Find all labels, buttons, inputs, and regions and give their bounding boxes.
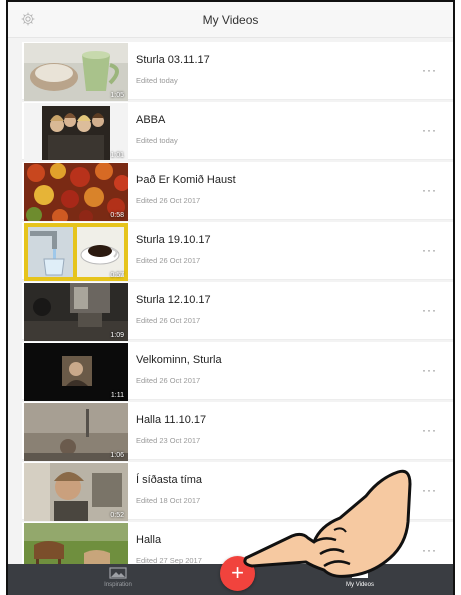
video-thumbnail[interactable]: 1:05 bbox=[24, 43, 128, 101]
add-video-button[interactable]: + bbox=[220, 556, 255, 591]
more-options-button[interactable]: ··· bbox=[422, 483, 437, 497]
video-row[interactable]: 0:52 Í síðasta tíma Edited 18 Oct 2017 ·… bbox=[22, 462, 453, 521]
duration-label: 0:58 bbox=[110, 212, 124, 219]
more-options-button[interactable]: ··· bbox=[422, 183, 437, 197]
tab-inspiration[interactable]: Inspiration bbox=[78, 567, 158, 588]
edited-date: Edited 26 Oct 2017 bbox=[136, 256, 201, 265]
more-options-button[interactable]: ··· bbox=[422, 243, 437, 257]
video-title: Sturla 19.10.17 bbox=[136, 234, 211, 246]
page-title: My Videos bbox=[202, 13, 259, 27]
duration-label: 1:01 bbox=[110, 152, 124, 159]
play-icon bbox=[352, 568, 368, 578]
edited-date: Edited 26 Oct 2017 bbox=[136, 316, 201, 325]
video-row[interactable]: 1:09 Sturla 12.10.17 Edited 26 Oct 2017 … bbox=[22, 282, 453, 341]
video-row[interactable]: 1:05 Sturla 03.11.17 Edited today ··· bbox=[22, 42, 453, 101]
duration-label: 1:11 bbox=[110, 392, 124, 399]
video-title: Það Er Komið Haust bbox=[136, 174, 236, 186]
video-thumbnail[interactable]: 0:58 bbox=[24, 163, 128, 221]
video-thumbnail[interactable]: 1:06 bbox=[24, 403, 128, 461]
more-options-button[interactable]: ··· bbox=[422, 123, 437, 137]
video-row[interactable]: 0:58 Það Er Komið Haust Edited 26 Oct 20… bbox=[22, 162, 453, 221]
video-thumbnail[interactable]: 0:52 bbox=[24, 463, 128, 521]
tab-my-videos-label: My Videos bbox=[346, 582, 374, 588]
edited-date: Edited 18 Oct 2017 bbox=[136, 496, 201, 505]
more-options-button[interactable]: ··· bbox=[422, 63, 437, 77]
video-title: Velkominn, Sturla bbox=[136, 354, 222, 366]
more-options-button[interactable]: ··· bbox=[422, 303, 437, 317]
video-thumbnail[interactable]: 1:11 bbox=[24, 343, 128, 401]
duration-label: 1:05 bbox=[110, 92, 124, 99]
tab-inspiration-label: Inspiration bbox=[104, 582, 132, 588]
app-window: My Videos 1:05 Sturla 03.11.17 Edited to… bbox=[6, 0, 455, 595]
edited-date: Edited 23 Oct 2017 bbox=[136, 436, 201, 445]
duration-label: 1:06 bbox=[110, 452, 124, 459]
edited-date: Edited today bbox=[136, 136, 178, 145]
video-list: 1:05 Sturla 03.11.17 Edited today ··· 1:… bbox=[8, 38, 453, 581]
video-row[interactable]: 1:11 Velkominn, Sturla Edited 26 Oct 201… bbox=[22, 342, 453, 401]
video-row[interactable]: 1:06 Halla 11.10.17 Edited 23 Oct 2017 ·… bbox=[22, 402, 453, 461]
video-thumbnail[interactable]: 1:09 bbox=[24, 283, 128, 341]
edited-date: Edited 26 Oct 2017 bbox=[136, 196, 201, 205]
more-options-button[interactable]: ··· bbox=[422, 423, 437, 437]
duration-label: 1:09 bbox=[110, 332, 124, 339]
more-options-button[interactable]: ··· bbox=[422, 363, 437, 377]
video-row[interactable]: 1:01 ABBA Edited today ··· bbox=[22, 102, 453, 161]
video-thumbnail[interactable]: 1:01 bbox=[24, 103, 128, 161]
video-title: Halla 11.10.17 bbox=[136, 414, 207, 426]
duration-label: 0:52 bbox=[110, 512, 124, 519]
tab-my-videos[interactable]: My Videos bbox=[320, 567, 400, 588]
image-icon bbox=[109, 567, 127, 579]
video-title: ABBA bbox=[136, 114, 166, 126]
video-row[interactable]: 0:57 Sturla 19.10.17 Edited 26 Oct 2017 … bbox=[22, 222, 453, 281]
video-title: Sturla 03.11.17 bbox=[136, 54, 210, 66]
edited-date: Edited today bbox=[136, 76, 178, 85]
video-title: Sturla 12.10.17 bbox=[136, 294, 211, 306]
video-title: Í síðasta tíma bbox=[136, 474, 203, 486]
edited-date: Edited 26 Oct 2017 bbox=[136, 376, 201, 385]
duration-label: 0:57 bbox=[110, 272, 124, 279]
video-thumbnail[interactable]: 0:57 bbox=[24, 223, 128, 281]
video-title: Halla bbox=[136, 534, 162, 546]
more-options-button[interactable]: ··· bbox=[422, 543, 437, 557]
header-bar: My Videos bbox=[8, 2, 453, 38]
